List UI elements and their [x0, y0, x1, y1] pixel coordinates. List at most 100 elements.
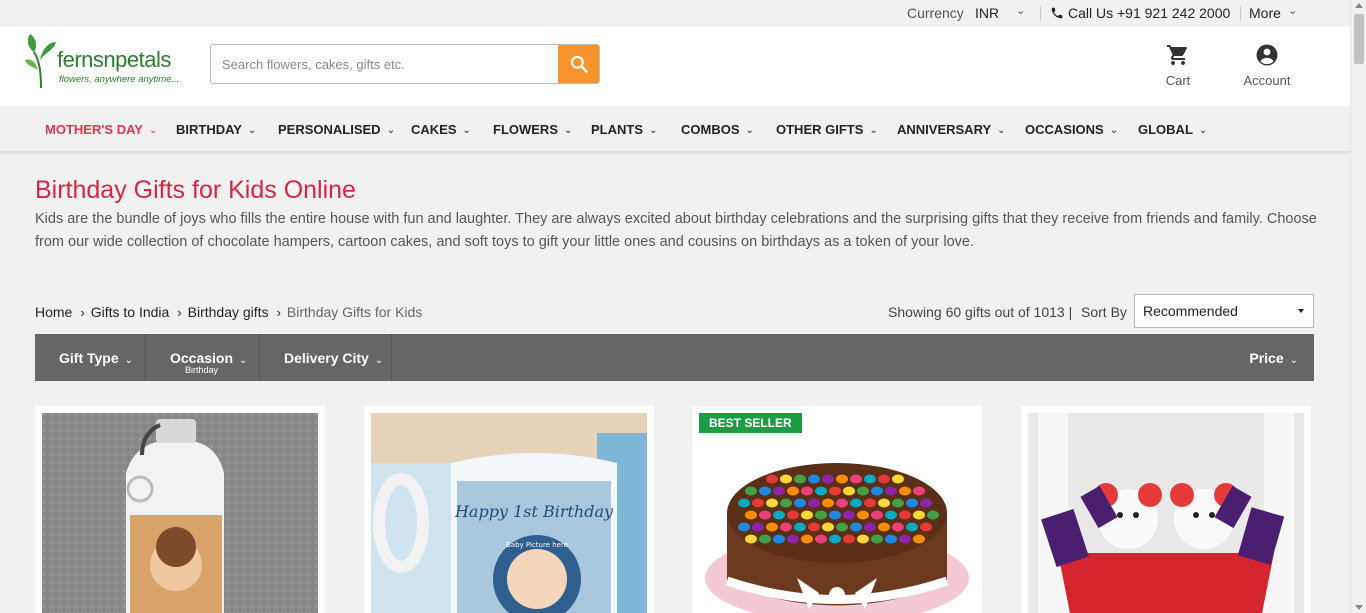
nav-label: FLOWERS — [493, 122, 558, 137]
account-label: Account — [1243, 73, 1291, 88]
mug-text: Happy 1st Birthday — [454, 502, 614, 521]
scroll-up-arrow-icon[interactable] — [1355, 3, 1363, 8]
main-nav: MOTHER'S DAY ⌄ BIRTHDAY ⌄ PERSONALISED ⌄ CA… — [0, 106, 1350, 152]
phone-icon — [1051, 7, 1063, 19]
breadcrumb-home[interactable]: Home — [35, 304, 72, 320]
filter-delivery-city[interactable]: Delivery City ⌄ — [260, 334, 392, 381]
product-image-teddy-hamper[interactable] — [1028, 413, 1304, 613]
best-seller-badge: BEST SELLER — [699, 413, 802, 433]
filter-selected-value: Birthday — [185, 365, 219, 375]
chevron-right-icon: › — [276, 305, 281, 320]
nav-label: OCCASIONS — [1025, 122, 1104, 137]
search-button[interactable] — [558, 45, 599, 83]
account-icon — [1256, 44, 1278, 66]
cart-button[interactable]: Cart — [1160, 43, 1196, 88]
nav-label: MOTHER'S DAY — [45, 122, 143, 137]
nav-item-cakes[interactable]: CAKES ⌄ — [411, 122, 471, 137]
chevron-down-icon: ⌄ — [374, 355, 384, 366]
top-utility-bar: Currency INR ⌄ Call Us +91 921 242 2000 … — [0, 0, 1350, 27]
nav-label: PERSONALISED — [278, 122, 381, 137]
nav-item-anniversary[interactable]: ANNIVERSARY ⌄ — [897, 122, 1006, 137]
breadcrumb-birthday-gifts[interactable]: Birthday gifts — [188, 304, 269, 320]
filter-occasion[interactable]: Occasion ⌄ Birthday — [146, 334, 260, 381]
product-image-cake[interactable] — [699, 413, 975, 613]
search-box — [210, 44, 600, 84]
nav-label: COMBOS — [681, 122, 740, 137]
nav-label: OTHER GIFTS — [776, 122, 864, 137]
account-button[interactable]: Account — [1236, 43, 1298, 88]
mug-subtext: Baby Picture here — [506, 541, 568, 549]
logo-leaf-icon — [25, 34, 56, 89]
nav-label: ANNIVERSARY — [897, 122, 992, 137]
page-title: Birthday Gifts for Kids Online — [35, 176, 356, 204]
chevron-down-icon: ⌄ — [1109, 125, 1119, 136]
chevron-down-icon: ⌄ — [997, 125, 1006, 136]
logo-wordmark: fernsnpetals — [57, 47, 171, 72]
chevron-right-icon: › — [80, 305, 85, 320]
filter-label: Delivery City ⌄ — [284, 350, 384, 366]
page-description: Kids are the bundle of joys who fills th… — [35, 211, 1317, 250]
site-header: fernsnpetals flowers, anywhere anytime..… — [0, 27, 1350, 106]
call-us-link[interactable]: Call Us +91 921 242 2000 — [1068, 5, 1230, 21]
chevron-down-icon: ⌄ — [462, 125, 471, 136]
chevron-down-icon: ⌄ — [1198, 125, 1208, 136]
nav-item-combos[interactable]: COMBOS ⌄ — [681, 122, 754, 137]
chevron-down-icon: ⌄ — [247, 125, 257, 136]
filter-label: Occasion ⌄ — [170, 350, 248, 366]
chevron-down-icon: ⌄ — [1289, 355, 1298, 366]
chevron-down-icon: ⌄ — [649, 125, 658, 136]
search-input[interactable] — [211, 45, 559, 83]
sort-dropdown[interactable]: Recommended — [1134, 294, 1314, 328]
chevron-right-icon: › — [177, 305, 182, 320]
chevron-down-icon[interactable]: ⌄ — [1288, 4, 1297, 17]
nav-item-occasions[interactable]: OCCASIONS ⌄ — [1025, 122, 1118, 137]
caret-down-icon — [1298, 309, 1304, 313]
chevron-down-icon[interactable]: ⌄ — [1016, 4, 1025, 17]
more-menu[interactable]: More — [1249, 5, 1281, 21]
nav-item-plants[interactable]: PLANTS ⌄ — [591, 122, 657, 137]
nav-item-personalised[interactable]: PERSONALISED ⌄ — [278, 122, 395, 137]
nav-item-birthday[interactable]: BIRTHDAY ⌄ — [176, 122, 256, 137]
cart-icon — [1167, 45, 1187, 65]
product-card[interactable] — [1021, 406, 1311, 613]
cart-label: Cart — [1165, 73, 1191, 88]
chevron-down-icon: ⌄ — [745, 125, 754, 136]
chevron-down-icon: ⌄ — [124, 355, 134, 366]
product-card[interactable] — [35, 406, 325, 613]
logo-tagline: flowers, anywhere anytime... — [59, 74, 180, 85]
vertical-scrollbar[interactable] — [1350, 0, 1366, 613]
results-count: Showing 60 gifts out of 1013 | — [888, 304, 1073, 320]
product-card[interactable]: Happy 1st Birthday Baby Picture here — [364, 406, 654, 613]
search-icon — [570, 55, 588, 73]
divider — [1040, 6, 1041, 21]
currency-selector[interactable]: INR — [975, 5, 999, 21]
nav-label: PLANTS — [591, 122, 643, 137]
filter-price[interactable]: Price ⌄ — [1249, 350, 1298, 366]
filter-label: Gift Type ⌄ — [59, 350, 134, 366]
product-card[interactable] — [692, 406, 982, 613]
chevron-down-icon: ⌄ — [386, 125, 395, 136]
breadcrumb: Home › Gifts to India › Birthday gifts › Birth… — [35, 304, 422, 320]
nav-label: GLOBAL — [1138, 122, 1193, 137]
chevron-down-icon: ⌄ — [148, 125, 158, 136]
product-image-bottle[interactable] — [42, 413, 318, 613]
nav-label: CAKES — [411, 122, 457, 137]
chevron-down-icon: ⌄ — [564, 125, 573, 136]
filter-bar: Gift Type ⌄ Occasion ⌄ Birthday Delivery C… — [35, 334, 1314, 381]
nav-item-flowers[interactable]: FLOWERS ⌄ — [493, 122, 572, 137]
scroll-down-arrow-icon[interactable] — [1355, 605, 1363, 610]
currency-label: Currency — [907, 5, 964, 21]
nav-label: BIRTHDAY — [176, 122, 242, 137]
chevron-down-icon: ⌄ — [239, 355, 248, 366]
nav-item-mothers-day[interactable]: MOTHER'S DAY ⌄ — [45, 122, 157, 137]
nav-item-other-gifts[interactable]: OTHER GIFTS ⌄ — [776, 122, 878, 137]
breadcrumb-current: Birthday Gifts for Kids — [286, 304, 423, 320]
sort-label: Sort By — [1081, 304, 1127, 320]
filter-gift-type[interactable]: Gift Type ⌄ — [35, 334, 146, 381]
product-image-mug[interactable]: Happy 1st Birthday Baby Picture here — [371, 413, 647, 613]
sort-value: Recommended — [1143, 303, 1238, 319]
breadcrumb-gifts-to-india[interactable]: Gifts to India — [91, 304, 170, 320]
logo[interactable]: fernsnpetals flowers, anywhere anytime..… — [24, 30, 194, 90]
nav-item-global[interactable]: GLOBAL ⌄ — [1138, 122, 1207, 137]
scrollbar-thumb[interactable] — [1354, 14, 1364, 64]
